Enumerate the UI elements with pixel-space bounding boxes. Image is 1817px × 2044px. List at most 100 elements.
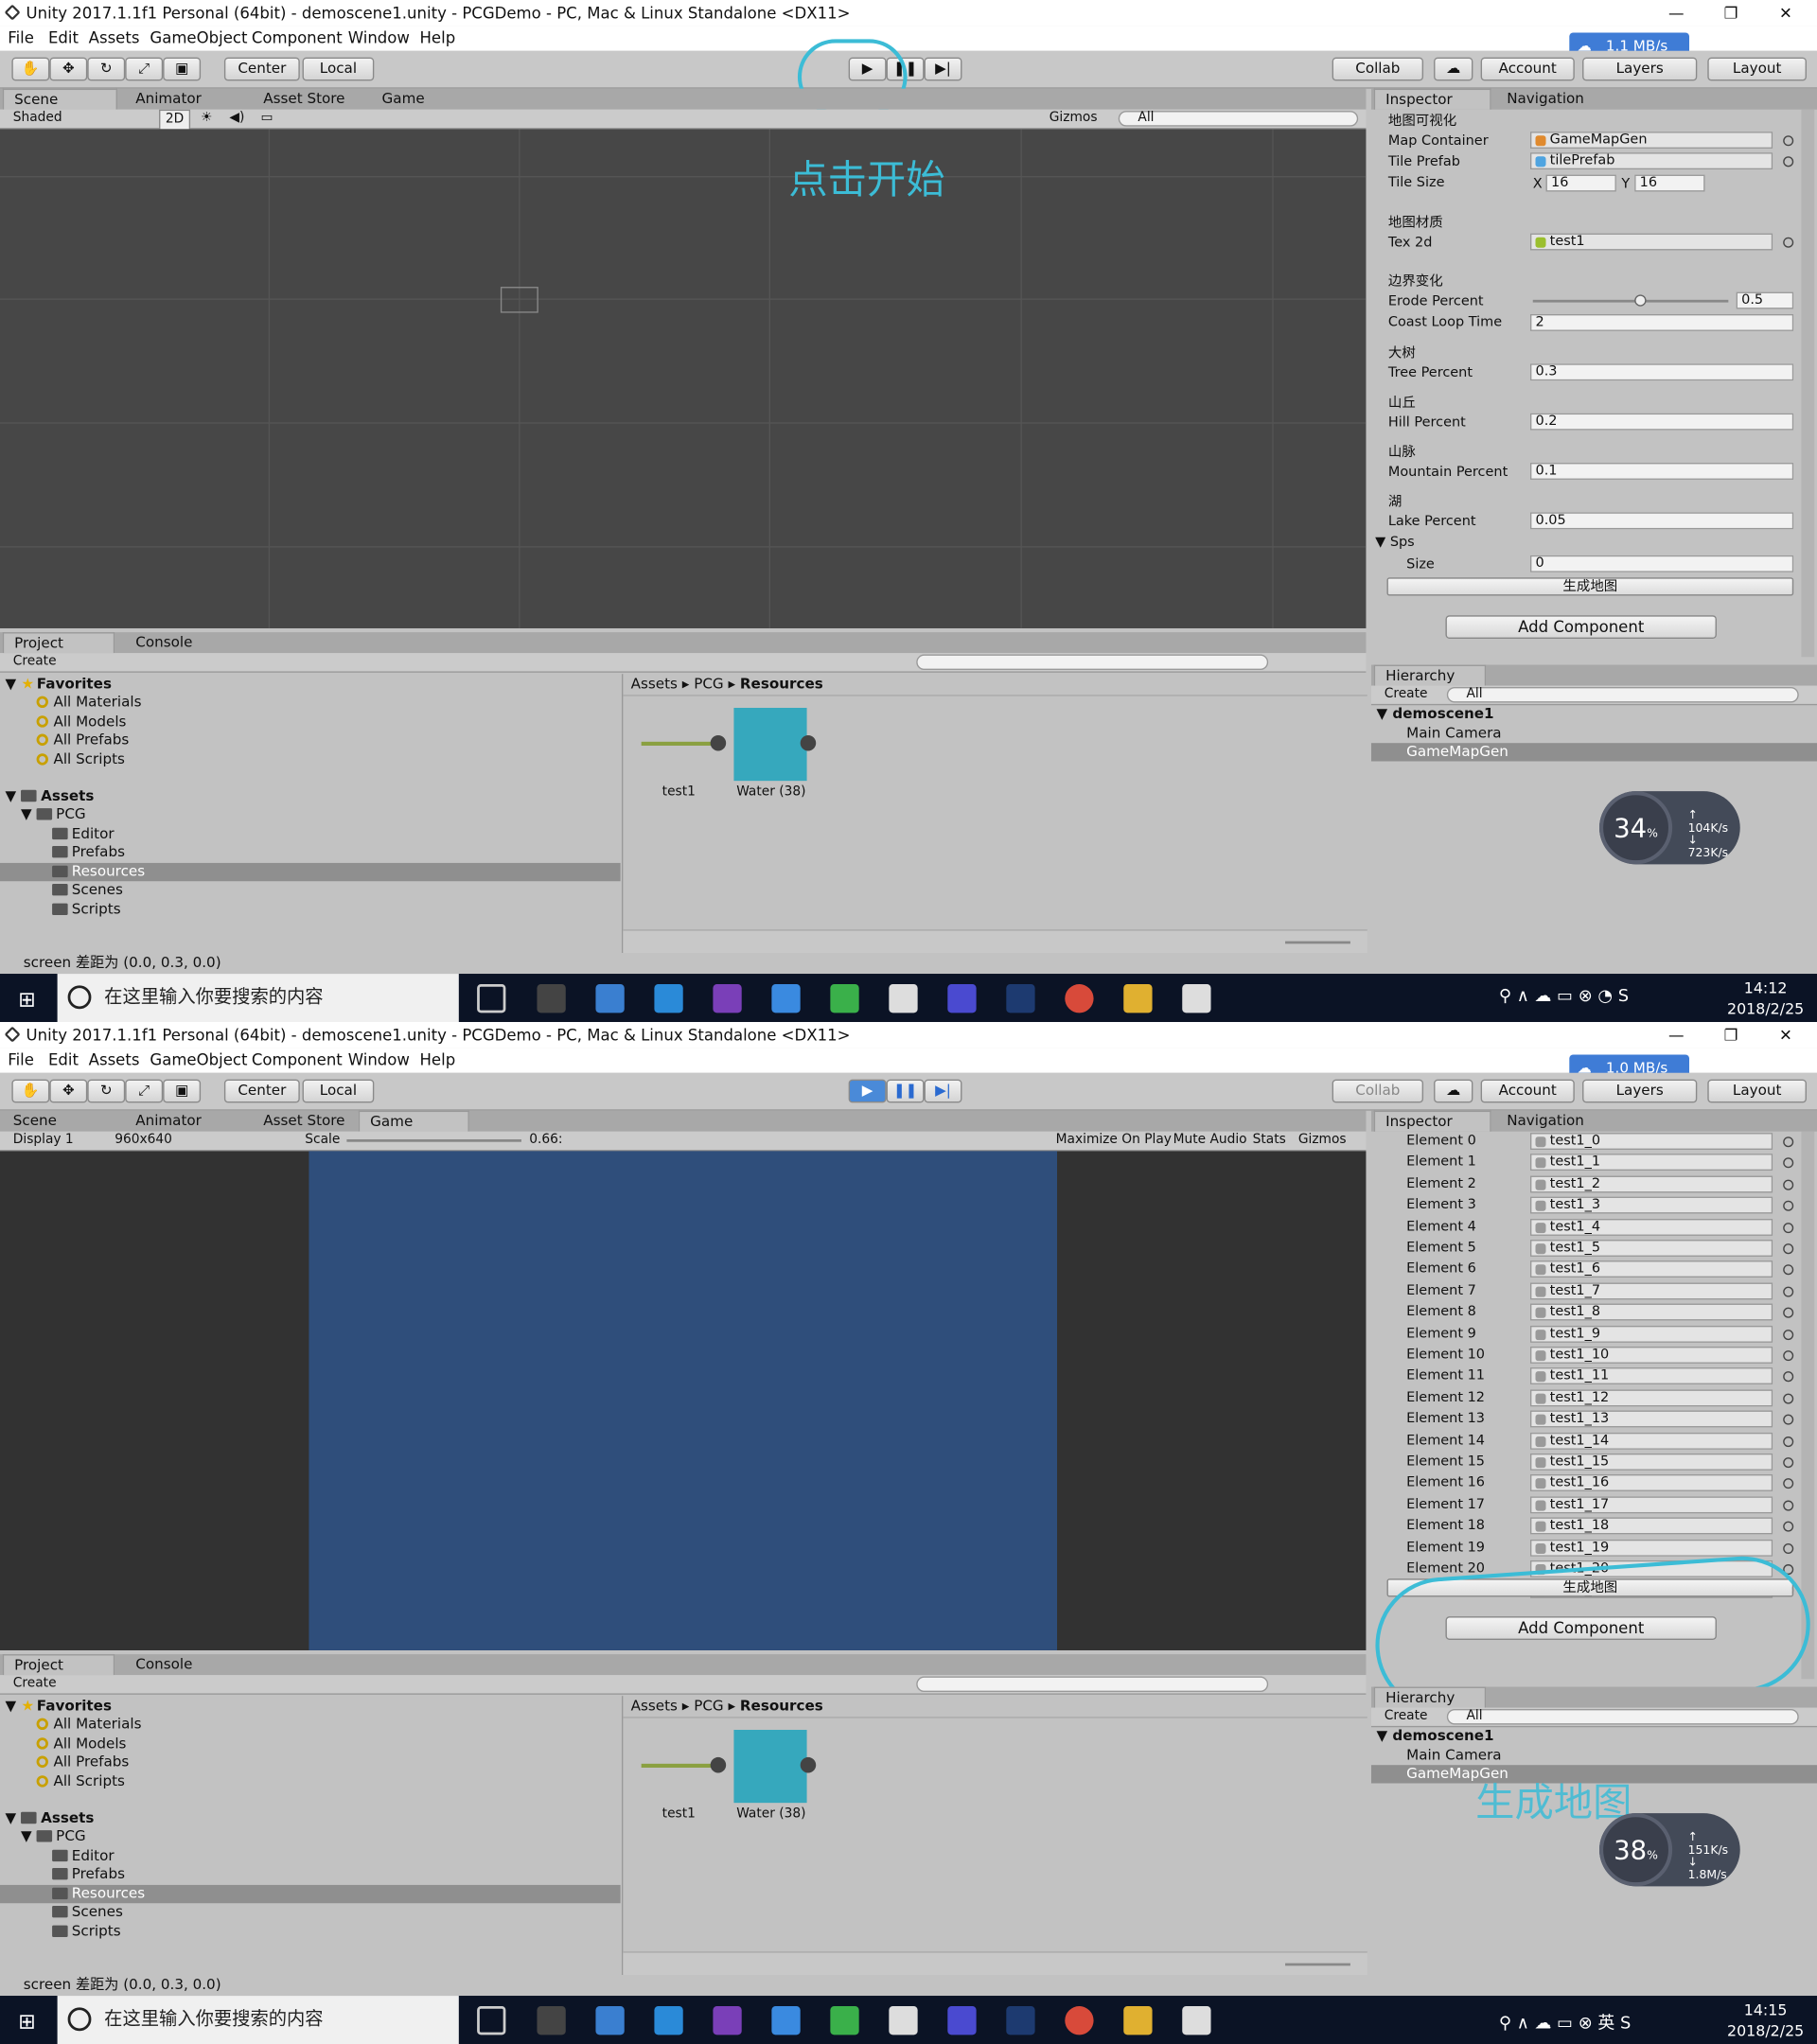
- object-picker-icon[interactable]: [1783, 1371, 1794, 1383]
- project-create-dropdown[interactable]: Create: [13, 1675, 57, 1693]
- maximize-on-play-toggle[interactable]: Maximize On Play: [1056, 1132, 1172, 1150]
- layers-dropdown[interactable]: Layers: [1582, 1079, 1698, 1103]
- erode-input[interactable]: 0.5: [1736, 291, 1794, 309]
- tab-game[interactable]: Game: [372, 89, 450, 110]
- folder-scripts[interactable]: Scripts: [52, 1923, 121, 1941]
- media-player-icon[interactable]: [830, 984, 859, 1013]
- tile-prefab-field[interactable]: tilePrefab: [1529, 152, 1773, 170]
- minimize-button[interactable]: —: [1650, 1022, 1702, 1048]
- folder-resources[interactable]: Resources: [52, 1885, 145, 1903]
- menu-gameobject[interactable]: GameObject: [150, 26, 247, 51]
- folder-scripts[interactable]: Scripts: [52, 901, 121, 919]
- pcg-folder[interactable]: ▼ PCG: [21, 1827, 86, 1845]
- rotate-tool-button[interactable]: ↻: [87, 1079, 126, 1103]
- thumbnail-size-slider[interactable]: [1285, 1963, 1350, 1966]
- tex2d-field[interactable]: test1: [1529, 233, 1773, 251]
- folder-editor[interactable]: Editor: [52, 1847, 115, 1865]
- sps-element-field[interactable]: test1_6: [1529, 1260, 1773, 1278]
- windows-start-icon[interactable]: ⊞: [18, 987, 35, 1012]
- expand-icon[interactable]: [800, 1756, 817, 1773]
- tree-input[interactable]: 0.3: [1529, 363, 1794, 381]
- test1-thumbnail[interactable]: [641, 1763, 717, 1768]
- hierarchy-item-gamemapgen[interactable]: GameMapGen: [1406, 743, 1508, 761]
- unity-icon[interactable]: [1182, 2006, 1211, 2035]
- lighting-icon[interactable]: ☀: [201, 110, 212, 128]
- expand-icon[interactable]: [800, 734, 817, 751]
- sps-element-field[interactable]: test1_11: [1529, 1367, 1773, 1385]
- menu-help[interactable]: Help: [420, 1048, 456, 1073]
- folder-scenes[interactable]: Scenes: [52, 1903, 123, 1921]
- mail-icon[interactable]: [889, 2006, 918, 2035]
- terminal-icon[interactable]: [537, 2006, 566, 2035]
- favorite-item[interactable]: All Models: [36, 1736, 126, 1753]
- tab-hierarchy[interactable]: Hierarchy: [1373, 1686, 1487, 1708]
- step-button[interactable]: ▶|: [924, 57, 962, 81]
- folder-editor[interactable]: Editor: [52, 825, 115, 843]
- sps-element-field[interactable]: test1_4: [1529, 1218, 1773, 1236]
- mail-icon[interactable]: [889, 984, 918, 1013]
- folder-resources[interactable]: Resources: [52, 863, 145, 881]
- favorite-item[interactable]: All Models: [36, 714, 126, 731]
- object-picker-icon[interactable]: [1783, 1478, 1794, 1489]
- layout-dropdown[interactable]: Layout: [1707, 57, 1807, 81]
- favorite-item[interactable]: All Prefabs: [36, 731, 129, 749]
- resolution-dropdown[interactable]: 960x640: [115, 1132, 172, 1150]
- object-picker-icon[interactable]: [1783, 1393, 1794, 1404]
- object-picker-icon[interactable]: [1783, 1414, 1794, 1425]
- rect-tool-button[interactable]: ▣: [163, 57, 202, 81]
- sps-foldout[interactable]: ▼ Sps: [1375, 533, 1415, 551]
- menu-edit[interactable]: Edit: [48, 26, 79, 51]
- hierarchy-search-input[interactable]: All: [1446, 686, 1799, 703]
- rect-tool-button[interactable]: ▣: [163, 1079, 202, 1103]
- scale-tool-button[interactable]: ⤢: [125, 57, 164, 81]
- game-view[interactable]: [0, 1151, 1367, 1650]
- sps-size-input[interactable]: 0: [1529, 555, 1794, 573]
- menu-edit[interactable]: Edit: [48, 1048, 79, 1073]
- tile-size-x-input[interactable]: 16: [1545, 174, 1616, 192]
- project-search-input[interactable]: [916, 654, 1269, 671]
- restore-button[interactable]: ❐: [1705, 1022, 1757, 1048]
- object-picker-icon[interactable]: [1783, 1179, 1794, 1190]
- collab-dropdown[interactable]: Collab: [1332, 1079, 1424, 1103]
- sps-element-field[interactable]: test1_15: [1529, 1453, 1773, 1471]
- tab-project[interactable]: Project: [2, 632, 115, 654]
- sps-element-field[interactable]: test1_8: [1529, 1303, 1773, 1321]
- sps-element-field[interactable]: test1_9: [1529, 1325, 1773, 1343]
- expand-icon[interactable]: [710, 1756, 727, 1773]
- tab-console[interactable]: Console: [125, 1654, 229, 1675]
- scene-view[interactable]: 点击开始: [0, 129, 1367, 628]
- sps-element-field[interactable]: test1_14: [1529, 1432, 1773, 1450]
- menu-assets[interactable]: Assets: [89, 26, 140, 51]
- map-container-field[interactable]: GameMapGen: [1529, 132, 1773, 150]
- effects-icon[interactable]: ▭: [260, 110, 273, 128]
- object-picker-icon[interactable]: [1783, 1500, 1794, 1511]
- project-search-input[interactable]: [916, 1676, 1269, 1693]
- sps-element-field[interactable]: test1_1: [1529, 1154, 1773, 1172]
- coast-input[interactable]: 2: [1529, 313, 1794, 331]
- object-picker-icon[interactable]: [1783, 135, 1794, 147]
- cloud-button[interactable]: ☁: [1434, 1079, 1473, 1103]
- folder-scenes[interactable]: Scenes: [52, 881, 123, 899]
- account-dropdown[interactable]: Account: [1480, 1079, 1575, 1103]
- scene-root[interactable]: ▼ demoscene1: [1376, 1727, 1493, 1745]
- visual-studio-icon[interactable]: [713, 984, 742, 1013]
- pcg-folder[interactable]: ▼ PCG: [21, 805, 86, 823]
- object-picker-icon[interactable]: [1783, 1307, 1794, 1318]
- move-tool-button[interactable]: ✥: [49, 57, 88, 81]
- tab-hierarchy[interactable]: Hierarchy: [1373, 664, 1487, 686]
- app-icon[interactable]: [947, 984, 977, 1013]
- close-button[interactable]: ✕: [1759, 1022, 1811, 1048]
- tab-navigation[interactable]: Navigation: [1496, 1111, 1614, 1132]
- menu-assets[interactable]: Assets: [89, 1048, 140, 1073]
- tile-size-y-input[interactable]: 16: [1634, 174, 1705, 192]
- audio-icon[interactable]: ◀): [229, 110, 244, 128]
- task-view-icon[interactable]: [477, 2006, 506, 2035]
- object-picker-icon[interactable]: [1783, 1329, 1794, 1340]
- sps-element-field[interactable]: test1_7: [1529, 1282, 1773, 1300]
- object-picker-icon[interactable]: [1783, 1521, 1794, 1532]
- hierarchy-search-input[interactable]: All: [1446, 1708, 1799, 1725]
- mute-audio-toggle[interactable]: Mute Audio: [1173, 1132, 1247, 1150]
- favorite-item[interactable]: All Materials: [36, 1716, 142, 1734]
- restore-button[interactable]: ❐: [1705, 0, 1757, 26]
- object-picker-icon[interactable]: [1783, 1436, 1794, 1447]
